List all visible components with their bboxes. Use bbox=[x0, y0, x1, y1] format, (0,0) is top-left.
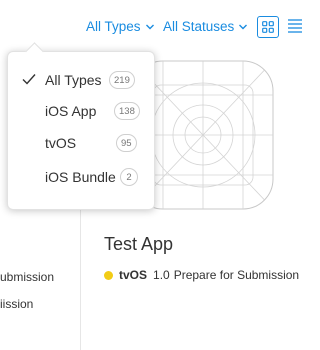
menu-item-label: iOS App bbox=[45, 103, 97, 119]
count-badge: 219 bbox=[109, 71, 135, 89]
menu-item-all-types[interactable]: All Types 219 bbox=[8, 65, 154, 95]
count-badge: 138 bbox=[114, 102, 140, 120]
list-icon bbox=[288, 19, 302, 33]
app-platform: tvOS bbox=[119, 268, 148, 282]
app-status-row: tvOS 1.0 Prepare for Submission bbox=[104, 268, 299, 282]
count-badge: 95 bbox=[116, 134, 137, 152]
status-dot-icon bbox=[104, 270, 113, 280]
grid-view-button[interactable] bbox=[257, 16, 279, 38]
list-view-button[interactable] bbox=[288, 18, 302, 34]
type-filter-label: All Types bbox=[86, 19, 141, 34]
chevron-down-icon bbox=[239, 24, 248, 29]
chevron-down-icon bbox=[145, 24, 154, 29]
app-title[interactable]: Test App bbox=[104, 234, 173, 255]
left-card-status-text-2: iission bbox=[0, 297, 34, 311]
checkmark-icon bbox=[22, 74, 36, 85]
type-filter-dropdown[interactable]: All Types bbox=[86, 19, 155, 34]
status-filter-label: All Statuses bbox=[163, 19, 235, 34]
toolbar: All Types All Statuses bbox=[0, 0, 320, 55]
count-badge: 2 bbox=[120, 168, 138, 186]
menu-item-ios-app[interactable]: iOS App 138 bbox=[8, 96, 154, 126]
menu-item-label: tvOS bbox=[45, 135, 77, 151]
menu-item-label: All Types bbox=[45, 72, 102, 88]
type-filter-menu: All Types 219 iOS App 138 tvOS 95 iOS Bu… bbox=[7, 42, 155, 210]
menu-item-ios-bundle[interactable]: iOS Bundle 2 bbox=[8, 162, 154, 192]
app-status-text: Prepare for Submission bbox=[173, 268, 300, 282]
status-filter-dropdown[interactable]: All Statuses bbox=[163, 19, 248, 34]
app-version: 1.0 bbox=[153, 268, 170, 282]
left-card-status-text: ubmission bbox=[0, 270, 55, 284]
menu-item-label: iOS Bundle bbox=[45, 169, 116, 185]
grid-icon bbox=[262, 21, 274, 33]
menu-item-tvos[interactable]: tvOS 95 bbox=[8, 128, 154, 158]
